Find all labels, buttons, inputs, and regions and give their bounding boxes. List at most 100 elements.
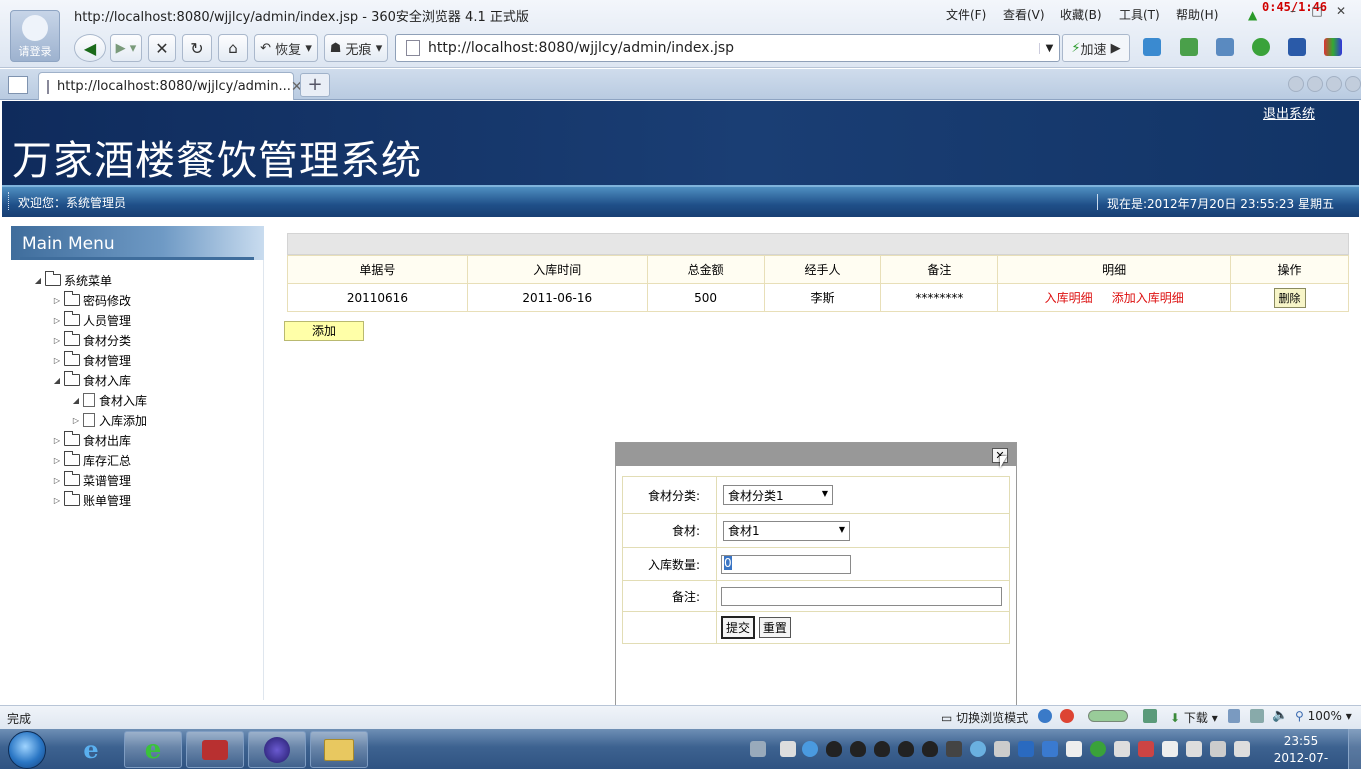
sidebar-item[interactable]: ◢ 食材入库 — [31, 390, 147, 410]
toggle-icon[interactable] — [1088, 710, 1128, 722]
collapse-arrow-icon[interactable]: ◢ — [50, 376, 64, 385]
toolbox-taskbar-button[interactable] — [186, 731, 244, 768]
expand-arrow-icon[interactable]: ▷ — [50, 356, 64, 365]
shield-icon[interactable] — [1042, 741, 1058, 757]
category-select[interactable]: 食材分类1 — [723, 485, 833, 505]
food-select[interactable]: 食材1 — [723, 520, 850, 541]
switch-mode-button[interactable]: ▭ 切换浏览模式 — [941, 709, 1028, 726]
menu-view[interactable]: 查看(V) — [1003, 6, 1045, 23]
gallery-icon[interactable] — [1143, 709, 1157, 723]
expand-arrow-icon[interactable]: ▷ — [69, 416, 83, 425]
tray-icon[interactable] — [946, 741, 962, 757]
tab-next-icon[interactable] — [1307, 76, 1323, 92]
keyboard-tray-icon[interactable] — [750, 741, 766, 757]
tray-icon[interactable] — [970, 741, 986, 757]
address-text[interactable]: http://localhost:8080/wjjlcy/admin/index… — [428, 40, 734, 56]
qq-icon[interactable] — [874, 741, 890, 757]
apps-grid-icon[interactable] — [1324, 38, 1342, 56]
video-icon[interactable] — [1288, 38, 1306, 56]
expand-arrow-icon[interactable]: ▷ — [50, 296, 64, 305]
sidebar-item[interactable]: ▷ 库存汇总 — [31, 450, 147, 470]
sidebar-toggle-icon[interactable] — [8, 76, 28, 94]
menu-favorites[interactable]: 收藏(B) — [1060, 6, 1102, 23]
tab-close-all-icon[interactable] — [1345, 76, 1361, 92]
expand-arrow-icon[interactable]: ▷ — [50, 336, 64, 345]
expand-arrow-icon[interactable]: ▷ — [50, 496, 64, 505]
tray-icon[interactable] — [994, 741, 1010, 757]
screenshot-icon[interactable] — [1216, 38, 1234, 56]
expand-arrow-icon[interactable]: ▷ — [50, 456, 64, 465]
note-input[interactable] — [721, 586, 1002, 606]
start-button[interactable] — [8, 731, 46, 769]
tray-clock[interactable]: 23:55 2012-07-20 — [1268, 733, 1334, 784]
restore-button[interactable]: ↶ 恢复 ▾ — [254, 34, 318, 62]
sidebar-item[interactable]: ▷ 人员管理 — [31, 310, 147, 330]
tool-icon[interactable] — [1228, 709, 1240, 723]
new-tab-button[interactable]: + — [300, 73, 330, 97]
tab-prev-icon[interactable] — [1288, 76, 1304, 92]
volume-icon[interactable] — [1234, 741, 1250, 757]
tray-icon[interactable] — [802, 741, 818, 757]
back-button[interactable]: ◀ — [74, 34, 106, 62]
close-window-icon[interactable]: ✕ — [1332, 4, 1350, 20]
shield-icon[interactable] — [1018, 741, 1034, 757]
minimize-icon[interactable]: – — [1284, 4, 1302, 20]
sidebar-item[interactable]: ▷ 密码修改 — [31, 290, 147, 310]
flag-icon[interactable] — [1162, 741, 1178, 757]
stock-in-detail-link[interactable]: 入库明细 — [1045, 291, 1093, 305]
tray-icon[interactable] — [1090, 741, 1106, 757]
ie-taskbar-button[interactable]: e — [62, 731, 120, 768]
menu-help[interactable]: 帮助(H) — [1176, 6, 1218, 23]
upgrade-arrow-icon[interactable]: ▲ — [1248, 8, 1257, 22]
download-button[interactable]: ⬇ 下载 ▾ — [1170, 709, 1218, 726]
add-button[interactable]: 添加 — [284, 321, 364, 341]
home-button[interactable]: ⌂ — [218, 34, 248, 62]
refresh-button[interactable]: ↻ — [182, 34, 212, 62]
sidebar-item[interactable]: ▷ 账单管理 — [31, 490, 147, 510]
sidebar-item[interactable]: ▷ 入库添加 — [31, 410, 147, 430]
reset-button[interactable]: 重置 — [758, 617, 791, 638]
360-browser-taskbar-button[interactable]: e — [124, 731, 182, 768]
sidebar-item[interactable]: ▷ 食材分类 — [31, 330, 147, 350]
speedup-button[interactable]: ⚡ 加速 ▶ — [1062, 34, 1130, 62]
address-dropdown-icon[interactable]: ▼ — [1039, 42, 1059, 54]
expand-arrow-icon[interactable]: ◢ — [31, 276, 45, 285]
expand-arrow-icon[interactable]: ▷ — [50, 476, 64, 485]
forward-button[interactable]: ▶ ▾ — [110, 34, 142, 62]
ie-mode-icon[interactable] — [1038, 709, 1052, 723]
tray-icon[interactable] — [1114, 741, 1130, 757]
zoom-control[interactable]: ⚲ 100% ▾ — [1295, 709, 1352, 723]
sidebar-item[interactable]: ▷ 菜谱管理 — [31, 470, 147, 490]
add-stock-in-detail-link[interactable]: 添加入库明细 — [1112, 291, 1184, 305]
menu-file[interactable]: 文件(F) — [946, 6, 986, 23]
qq-icon[interactable] — [898, 741, 914, 757]
window-icon[interactable] — [1250, 709, 1264, 723]
translate-icon[interactable] — [1180, 38, 1198, 56]
qq-icon[interactable] — [922, 741, 938, 757]
eclipse-taskbar-button[interactable] — [248, 731, 306, 768]
tab-list-icon[interactable] — [1326, 76, 1342, 92]
collapse-arrow-icon[interactable]: ◢ — [69, 396, 83, 405]
expand-arrow-icon[interactable]: ▷ — [50, 316, 64, 325]
tray-icon[interactable] — [780, 741, 796, 757]
show-desktop-button[interactable] — [1348, 729, 1361, 769]
expand-arrow-icon[interactable]: ▷ — [50, 436, 64, 445]
login-avatar-button[interactable]: 请登录 — [10, 10, 60, 62]
tray-icon[interactable] — [1138, 741, 1154, 757]
submit-button[interactable]: 提交 — [721, 616, 756, 639]
sidebar-item[interactable]: ▷ 食材出库 — [31, 430, 147, 450]
quantity-input[interactable]: 0 — [721, 554, 851, 574]
tab-active[interactable]: http://localhost:8080/wjjlcy/admin... ✕ — [38, 72, 303, 100]
360-icon[interactable] — [1060, 709, 1074, 723]
tray-icon[interactable] — [1066, 741, 1082, 757]
sidebar-item[interactable]: ▷ 食材管理 — [31, 350, 147, 370]
tree-root[interactable]: ◢ 系统菜单 — [31, 270, 147, 290]
private-mode-button[interactable]: ☗ 无痕 ▾ — [324, 34, 388, 62]
sidebar-item[interactable]: ◢ 食材入库 — [31, 370, 147, 390]
explorer-taskbar-button[interactable] — [310, 731, 368, 768]
qq-icon[interactable] — [826, 741, 842, 757]
maximize-icon[interactable]: □ — [1308, 4, 1326, 20]
qq-icon[interactable] — [850, 741, 866, 757]
menu-tools[interactable]: 工具(T) — [1119, 6, 1160, 23]
volume-icon[interactable]: 🔈 — [1272, 708, 1288, 723]
